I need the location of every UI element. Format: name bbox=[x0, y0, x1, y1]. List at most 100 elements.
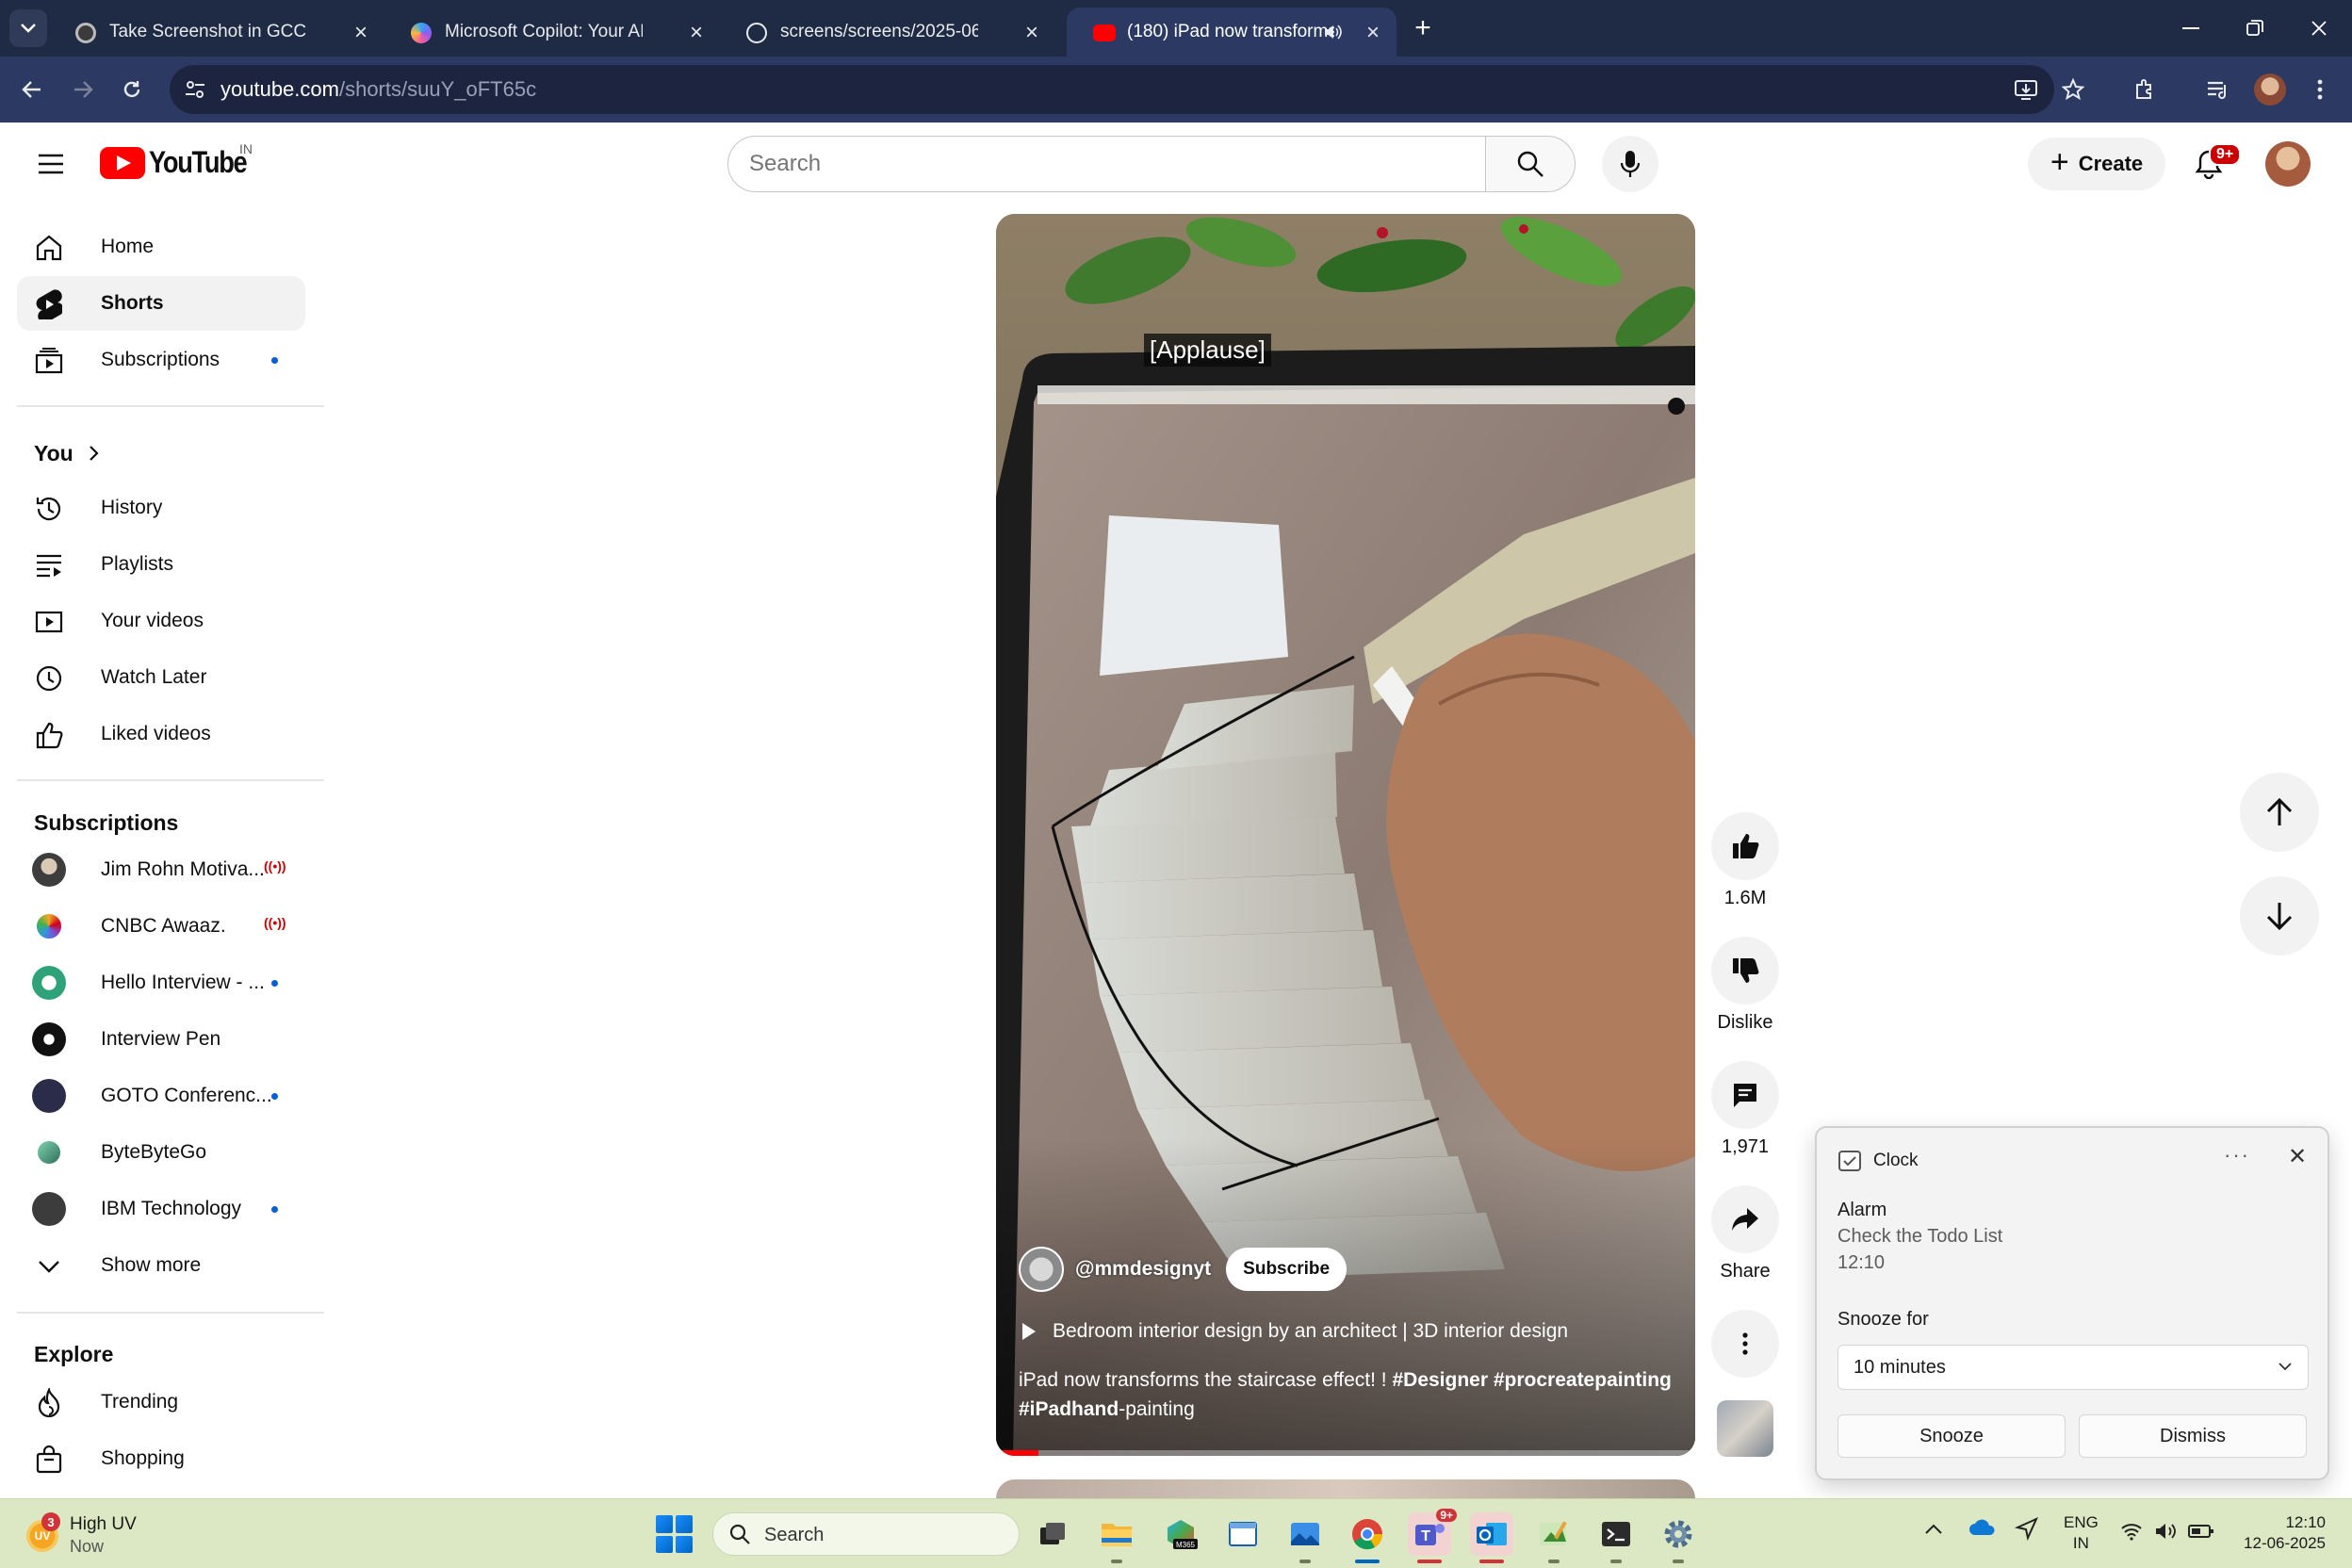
youtube-logo[interactable]: YouTube IN bbox=[100, 141, 264, 180]
search-box[interactable] bbox=[727, 136, 1487, 192]
search-button[interactable] bbox=[1485, 136, 1576, 192]
sidebar-item-your-videos[interactable]: Your videos bbox=[17, 594, 305, 648]
chrome-app[interactable] bbox=[1346, 1512, 1389, 1563]
previous-short-button[interactable] bbox=[2240, 773, 2319, 852]
browser-tab-3[interactable]: screens/screens/2025-06-12_09 × bbox=[720, 8, 1055, 57]
create-button[interactable]: + Create bbox=[2028, 138, 2165, 190]
paint-app[interactable] bbox=[1532, 1512, 1576, 1563]
subscription-channel[interactable]: GOTO Conferenc... bbox=[17, 1069, 305, 1123]
share-action[interactable]: Share bbox=[1710, 1185, 1780, 1282]
comments-button[interactable] bbox=[1711, 1061, 1779, 1129]
forward-button[interactable] bbox=[62, 69, 104, 110]
video-progress-bar[interactable] bbox=[996, 1450, 1695, 1456]
weather-widget[interactable]: UV 3 High UV Now bbox=[24, 1511, 166, 1558]
install-app-button[interactable] bbox=[2005, 69, 2047, 110]
sidebar-item-history[interactable]: History bbox=[17, 481, 305, 535]
volume-icon[interactable] bbox=[2154, 1522, 2179, 1545]
restore-button[interactable] bbox=[2222, 0, 2288, 57]
reload-button[interactable] bbox=[111, 69, 153, 110]
system-clock[interactable]: 12:10 12-06-2025 bbox=[2231, 1512, 2326, 1554]
like-button[interactable] bbox=[1711, 812, 1779, 880]
more-action[interactable] bbox=[1710, 1310, 1780, 1378]
terminal-app[interactable] bbox=[1594, 1512, 1638, 1563]
dislike-button[interactable] bbox=[1711, 937, 1779, 1004]
subscription-channel[interactable]: Interview Pen bbox=[17, 1012, 305, 1067]
window-app[interactable] bbox=[1221, 1512, 1265, 1556]
subscription-channel[interactable]: ByteByteGo bbox=[17, 1125, 305, 1180]
teams-app[interactable]: T 9+ bbox=[1408, 1509, 1457, 1563]
back-button[interactable] bbox=[11, 69, 53, 110]
browser-profile-avatar[interactable] bbox=[2254, 74, 2286, 106]
sidebar-item-home[interactable]: Home bbox=[17, 220, 305, 274]
new-tab-button[interactable]: + bbox=[1404, 9, 1442, 47]
battery-icon[interactable] bbox=[2188, 1524, 2214, 1544]
close-window-button[interactable] bbox=[2286, 0, 2352, 57]
sidebar-item-watch-later[interactable]: Watch Later bbox=[17, 650, 305, 705]
subscription-channel[interactable]: Jim Rohn Motiva... ((•)) bbox=[17, 842, 305, 897]
sidebar-item-trending[interactable]: Trending bbox=[17, 1375, 305, 1429]
subscription-channel[interactable]: IBM Technology bbox=[17, 1182, 305, 1236]
sidebar-item-shorts[interactable]: Shorts bbox=[17, 276, 305, 331]
tab-close-icon[interactable]: × bbox=[1025, 20, 1038, 46]
onedrive-icon[interactable] bbox=[1968, 1518, 1996, 1542]
speaker-icon[interactable] bbox=[1323, 24, 1342, 41]
bookmark-button[interactable] bbox=[2052, 69, 2094, 110]
start-button[interactable] bbox=[656, 1515, 694, 1553]
subscribe-button[interactable]: Subscribe bbox=[1226, 1248, 1348, 1291]
tab-close-icon[interactable]: × bbox=[354, 20, 368, 46]
notification-close-button[interactable]: ✕ bbox=[2288, 1143, 2307, 1170]
dislike-action[interactable]: Dislike bbox=[1710, 937, 1780, 1034]
hashtags[interactable]: #Designer #procreatepainting bbox=[1392, 1369, 1671, 1391]
outlook-app[interactable] bbox=[1470, 1512, 1513, 1563]
search-input[interactable] bbox=[749, 148, 1465, 180]
snooze-button[interactable]: Snooze bbox=[1838, 1414, 2066, 1458]
subscription-channel[interactable]: CNBC Awaaz. ((•)) bbox=[17, 899, 305, 954]
dismiss-button[interactable]: Dismiss bbox=[2079, 1414, 2307, 1458]
minimize-button[interactable] bbox=[2158, 0, 2224, 57]
notifications-button[interactable]: 9+ bbox=[2184, 139, 2242, 188]
sidebar-item-liked-videos[interactable]: Liked videos bbox=[17, 707, 305, 761]
account-avatar[interactable] bbox=[2265, 141, 2311, 187]
media-controls-button[interactable] bbox=[2197, 69, 2239, 110]
browser-menu-button[interactable] bbox=[2299, 69, 2341, 110]
file-explorer-app[interactable] bbox=[1095, 1512, 1138, 1563]
browser-tab-1[interactable]: Take Screenshot in GCC × bbox=[49, 8, 384, 57]
sidebar-item-shopping[interactable]: Shopping bbox=[17, 1431, 305, 1486]
tab-close-icon[interactable]: × bbox=[690, 20, 703, 46]
voice-search-button[interactable] bbox=[1602, 136, 1658, 192]
shorts-video-player[interactable]: [Applause] @mmdesignyt Subscribe Bedroom… bbox=[996, 214, 1695, 1456]
show-more-button[interactable]: Show more bbox=[17, 1238, 305, 1293]
sidebar-you-header[interactable]: You bbox=[17, 425, 305, 480]
subscription-channel[interactable]: Hello Interview - ... bbox=[17, 956, 305, 1010]
task-view-button[interactable] bbox=[1031, 1512, 1074, 1556]
location-arrow-icon[interactable] bbox=[2014, 1516, 2039, 1545]
browser-tab-2[interactable]: Microsoft Copilot: Your AI companion × bbox=[384, 8, 720, 57]
short-description[interactable]: iPad now transforms the staircase effect… bbox=[1019, 1365, 1678, 1424]
wifi-icon[interactable] bbox=[2120, 1522, 2143, 1545]
input-language-indicator[interactable]: ENG IN bbox=[2064, 1512, 2099, 1554]
notification-more-button[interactable]: ··· bbox=[2224, 1143, 2250, 1168]
sound-remix-thumbnail[interactable] bbox=[1717, 1400, 1773, 1457]
related-video-link[interactable]: Bedroom interior design by an architect … bbox=[1022, 1320, 1568, 1343]
channel-avatar[interactable] bbox=[1019, 1247, 1064, 1292]
tab-close-icon[interactable]: × bbox=[1366, 20, 1380, 46]
extensions-button[interactable] bbox=[2124, 69, 2165, 110]
show-hidden-icons-button[interactable] bbox=[1924, 1520, 1943, 1540]
sidebar-item-subscriptions[interactable]: Subscriptions bbox=[17, 333, 305, 387]
site-info-icon[interactable] bbox=[183, 77, 207, 102]
browser-tab-4-active[interactable]: (180) iPad now transforms the staircase … bbox=[1067, 8, 1396, 57]
photos-app[interactable] bbox=[1283, 1512, 1327, 1563]
snooze-duration-select[interactable]: 10 minutes bbox=[1838, 1345, 2309, 1390]
like-action[interactable]: 1.6M bbox=[1710, 812, 1780, 909]
guide-menu-button[interactable] bbox=[28, 141, 74, 187]
share-button[interactable] bbox=[1711, 1185, 1779, 1253]
taskbar-search[interactable]: Search bbox=[712, 1512, 1020, 1556]
comments-action[interactable]: 1,971 bbox=[1710, 1061, 1780, 1158]
tab-search-menu-button[interactable] bbox=[9, 9, 47, 47]
hashtag[interactable]: #iPadhand bbox=[1019, 1398, 1119, 1420]
next-short-button[interactable] bbox=[2240, 876, 2319, 956]
sidebar-item-playlists[interactable]: Playlists bbox=[17, 537, 305, 592]
settings-app[interactable] bbox=[1657, 1512, 1700, 1563]
more-options-button[interactable] bbox=[1711, 1310, 1779, 1378]
m365-app[interactable]: M365 bbox=[1159, 1512, 1202, 1556]
